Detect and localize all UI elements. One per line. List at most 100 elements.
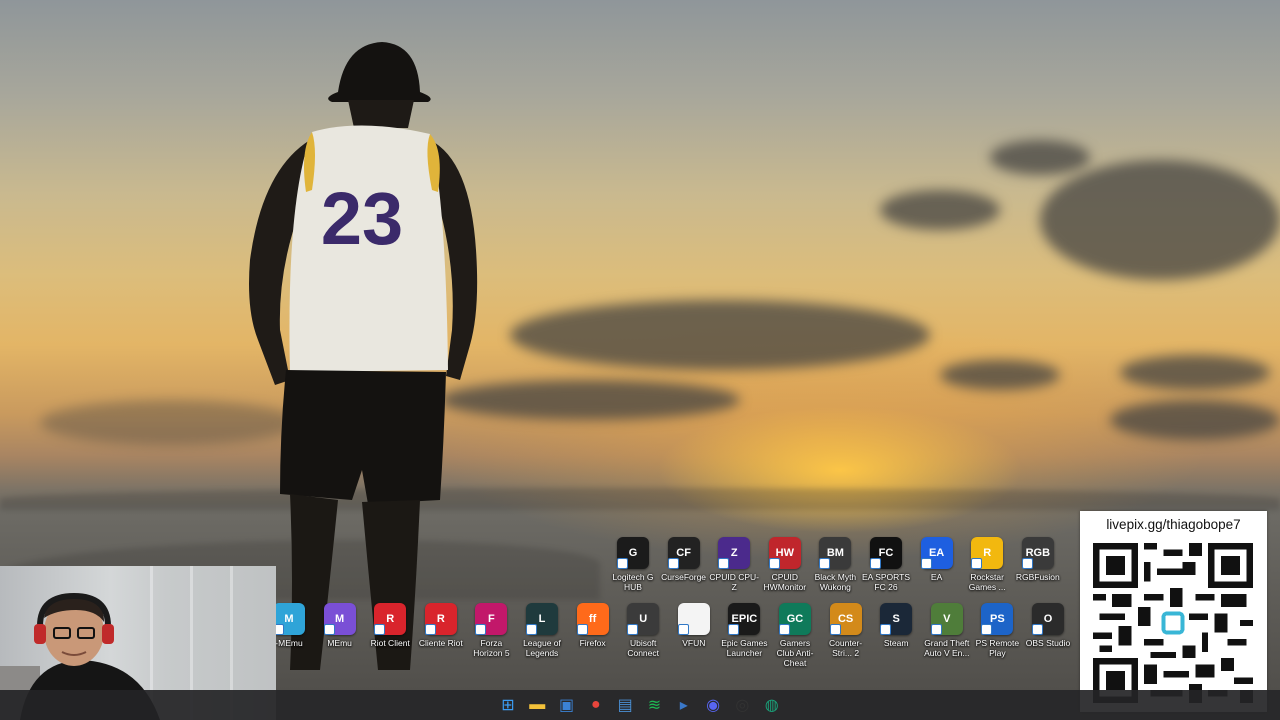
ea-fc-icon: FC: [870, 537, 902, 569]
desktop-shortcut-rgbfusion[interactable]: RGB RGBFusion: [1013, 537, 1063, 582]
desktop-shortcut-label: PS Remote Play: [975, 638, 1020, 658]
desktop-shortcut-cpu-z[interactable]: Z CPUID CPU-Z: [709, 537, 759, 592]
icon-glyph: CS: [837, 613, 854, 625]
microsoft-store-icon[interactable]: ▣: [557, 695, 577, 715]
desktop-shortcut-obs[interactable]: O OBS Studio: [1023, 603, 1073, 648]
desktop-shortcut-curseforge[interactable]: CF CurseForge: [659, 537, 709, 582]
desktop-shortcut-gamers-club[interactable]: GC Gamers Club Anti-Cheat: [770, 603, 820, 668]
desktop-shortcut-ps-remote-play[interactable]: PS PS Remote Play: [972, 603, 1022, 658]
app-window-icon[interactable]: ▤: [615, 695, 635, 715]
ubisoft-icon: U: [627, 603, 660, 635]
desktop-shortcut-logitech-g[interactable]: G Logitech G HUB: [608, 537, 658, 592]
rockstar-icon: R: [971, 537, 1004, 569]
icon-glyph: G: [628, 547, 638, 559]
desktop-shortcut-label: Riot Client: [370, 638, 410, 648]
memu-icon: M: [273, 603, 305, 635]
desktop-shortcut-label: Counter-Stri... 2: [829, 638, 863, 658]
desktop-shortcut-league-of-legends[interactable]: L League of Legends: [517, 603, 567, 658]
desktop-shortcut-label: Firefox: [579, 638, 606, 648]
desktop-shortcut-steam[interactable]: S Steam: [871, 603, 921, 648]
desktop-shortcut-label: RGBFusion: [1015, 572, 1060, 582]
icon-glyph: Z: [730, 547, 738, 559]
icon-glyph: M: [284, 613, 294, 625]
riot-client-icon: R: [374, 603, 407, 635]
desktop-shortcut-counter-strike[interactable]: CS Counter-Stri... 2: [821, 603, 871, 658]
desktop-shortcut-memu[interactable]: M MEmu: [315, 603, 365, 648]
desktop-shortcut-riot-client[interactable]: R Riot Client: [365, 603, 415, 648]
desktop-shortcut-label: Rockstar Games ...: [968, 572, 1006, 592]
gamers-club-icon[interactable]: ◍: [762, 695, 782, 715]
desktop-shortcut-label: Cliente Riot: [418, 638, 463, 648]
file-explorer-icon[interactable]: ▬: [527, 695, 547, 715]
desktop-shortcut-label: Logitech G HUB: [612, 572, 654, 592]
chrome-icon[interactable]: ●: [586, 695, 606, 715]
desktop-shortcut-forza-horizon[interactable]: F Forza Horizon 5: [466, 603, 516, 658]
obs-icon: O: [1032, 603, 1064, 635]
counter-strike-icon: CS: [829, 603, 862, 635]
desktop-shortcut-label: EA SPORTS FC 26: [861, 572, 911, 592]
desktop-shortcut-ubisoft[interactable]: U Ubisoft Connect: [618, 603, 668, 658]
steam-icon: S: [880, 603, 913, 635]
desktop-shortcut-black-myth-wukong[interactable]: BM Black Myth Wukong: [810, 537, 860, 592]
desktop-shortcut-gta-v[interactable]: V Grand Theft Auto V En...: [922, 603, 972, 658]
icon-glyph: L: [538, 613, 546, 625]
file-icon: [677, 603, 710, 635]
jersey-number: 23: [321, 177, 403, 260]
discord-icon[interactable]: ◉: [703, 695, 723, 715]
desktop-shortcut-label: VFUN: [682, 638, 706, 648]
desktop-shortcut-file[interactable]: VFUN: [669, 603, 719, 648]
desktop-shortcut-firefox[interactable]: ff Firefox: [568, 603, 618, 648]
icon-glyph: ff: [588, 613, 597, 625]
ps-remote-play-icon: PS: [981, 603, 1014, 635]
icon-glyph: R: [436, 613, 445, 625]
desktop-shortcut-riot-client[interactable]: R Cliente Riot: [416, 603, 466, 648]
black-myth-wukong-icon: BM: [819, 537, 852, 569]
desktop-shortcut-label: Forza Horizon 5: [473, 638, 510, 658]
desktop-shortcut-hwmonitor[interactable]: HW CPUID HWMonitor: [760, 537, 810, 592]
icon-glyph: U: [639, 613, 648, 625]
desktop-shortcut-label: Black Myth Wukong: [814, 572, 857, 592]
desktop-shortcut-label: Grand Theft Auto V En...: [924, 638, 970, 658]
icon-glyph: F: [488, 613, 495, 625]
hwmonitor-icon: HW: [768, 537, 801, 569]
icon-glyph: EPIC: [731, 613, 758, 625]
firefox-icon: ff: [576, 603, 609, 635]
curseforge-icon: CF: [667, 537, 700, 569]
icon-glyph: O: [1043, 613, 1053, 625]
desktop-shortcut-label: Ubisoft Connect: [627, 638, 660, 658]
desktop-shortcut-label: OBS Studio: [1025, 638, 1071, 648]
taskbar: ⊞ ▬ ▣ ● ▤ ≋ ▸ ◉ ◎ ◍: [0, 690, 1280, 720]
forza-horizon-icon: F: [475, 603, 508, 635]
league-of-legends-icon: L: [526, 603, 558, 635]
desktop-shortcut-label: EA: [930, 572, 943, 582]
desktop-shortcut-label: MEmu: [327, 638, 352, 648]
icon-glyph: M: [335, 613, 345, 625]
rgbfusion-icon: RGB: [1021, 537, 1054, 569]
spotify-icon[interactable]: ≋: [645, 695, 665, 715]
icon-glyph: V: [943, 613, 951, 625]
desktop-shortcut-label: CPUID HWMonitor: [763, 572, 807, 592]
icon-glyph: R: [386, 613, 395, 625]
icon-glyph: EA: [928, 547, 945, 559]
livepix-url: livepix.gg/thiagobope7: [1106, 517, 1241, 532]
icon-glyph: GC: [786, 613, 804, 625]
gta-v-icon: V: [930, 603, 963, 635]
obs-icon[interactable]: ◎: [732, 695, 752, 715]
desktop-shortcut-epic-games[interactable]: EPIC Epic Games Launcher: [719, 603, 769, 658]
desktop-shortcut-label: CPUID CPU-Z: [709, 572, 759, 592]
icon-glyph: R: [983, 547, 992, 559]
icon-glyph: CF: [676, 547, 691, 559]
desktop-shortcut-label: Gamers Club Anti-Cheat: [776, 638, 814, 668]
desktop-shortcut-ea[interactable]: EA EA: [912, 537, 962, 582]
icon-glyph: RGB: [1025, 547, 1051, 559]
desktop-shortcut-ea-fc[interactable]: FC EA SPORTS FC 26: [861, 537, 911, 592]
desktop-shortcut-rockstar[interactable]: R Rockstar Games ...: [962, 537, 1012, 592]
cpu-z-icon: Z: [718, 537, 751, 569]
qr-code: [1093, 543, 1253, 703]
remote-play-icon[interactable]: ▸: [674, 695, 694, 715]
memu-icon: M: [323, 603, 356, 635]
windows-start-icon[interactable]: ⊞: [498, 695, 518, 715]
logitech-g-icon: G: [617, 537, 649, 569]
epic-games-icon: EPIC: [728, 603, 761, 635]
desktop-shortcut-label: Steam: [883, 638, 909, 648]
